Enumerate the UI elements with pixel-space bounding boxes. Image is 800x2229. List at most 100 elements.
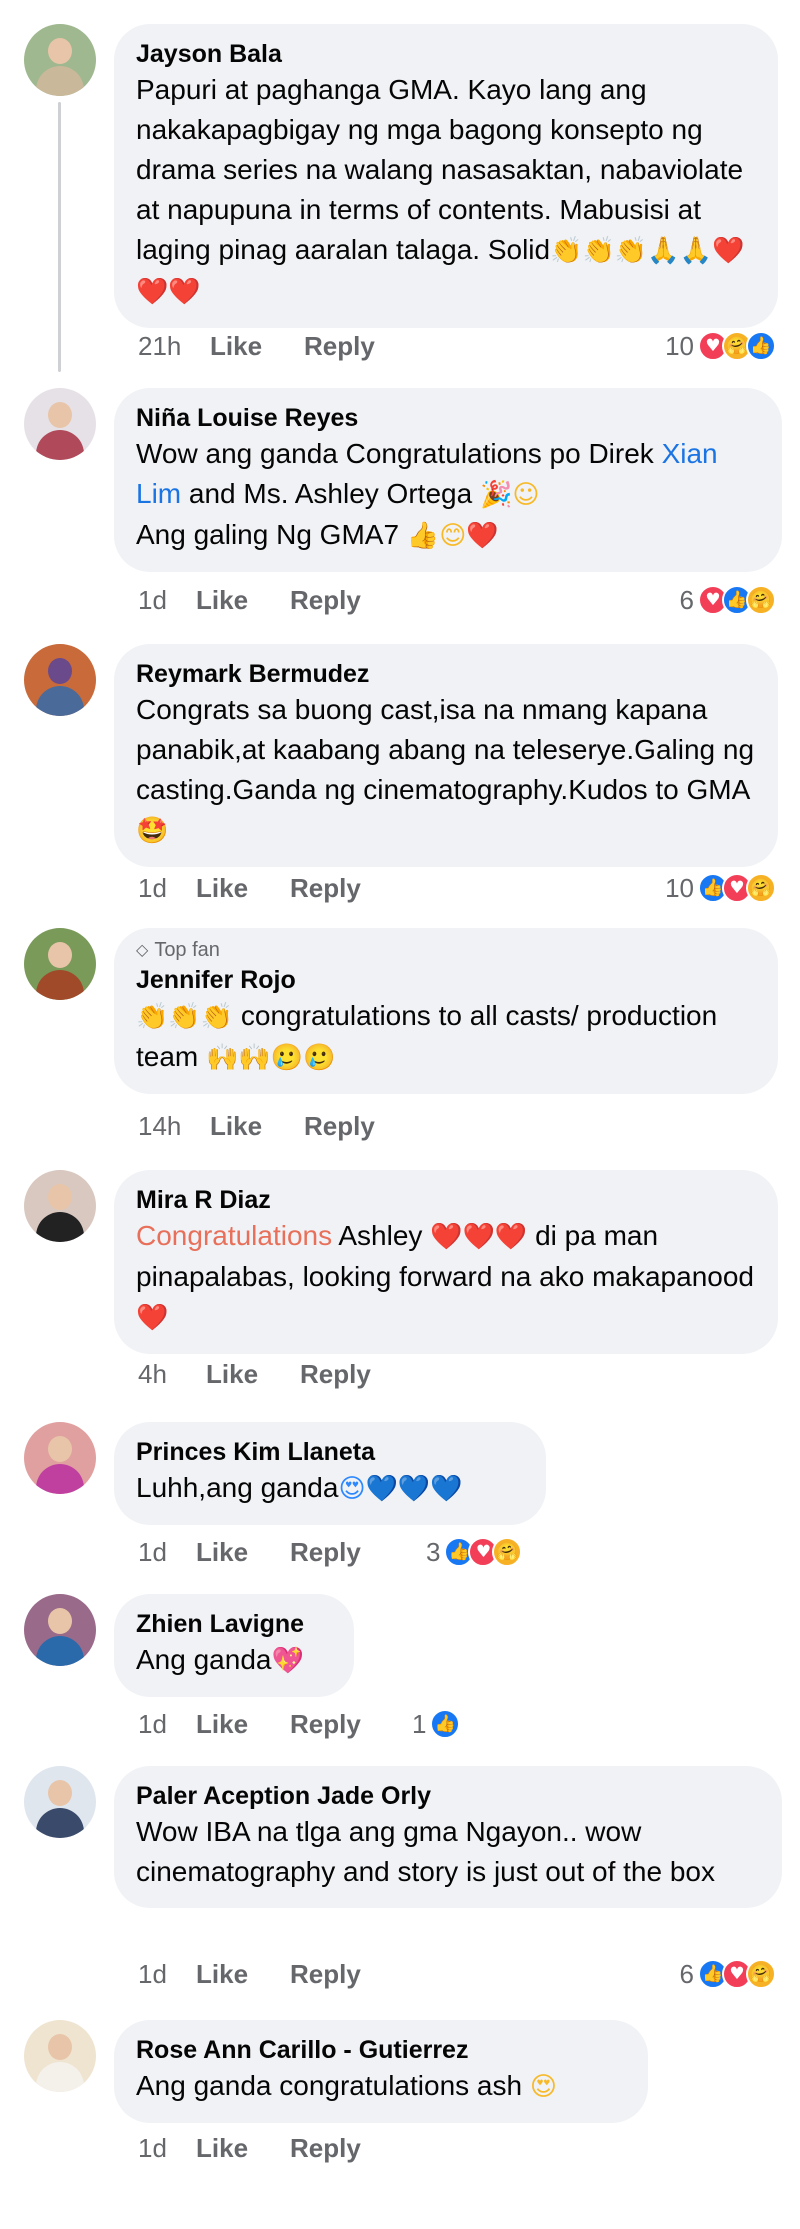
like-reaction-icon: 👍 (430, 1709, 461, 1739)
comment-text: Ang ganda💖 (136, 1644, 304, 1676)
diamond-icon: ◇ (136, 942, 149, 959)
reaction-summary[interactable]: 3 👍 ♥ 🤗 (426, 1534, 523, 1570)
avatar[interactable] (24, 1594, 96, 1666)
like-button[interactable]: Like (206, 1359, 258, 1390)
commenter-name[interactable]: Rose Ann Carillo - Gutierrez (136, 2034, 626, 2066)
comment-bubble: ◇ Top fan Jennifer Rojo 👏👏👏 congratulatio… (114, 928, 778, 1094)
reaction-summary[interactable]: 10 👍 ♥ 🤗 (665, 870, 776, 906)
comment-text: Wow IBA na tlga ang gma Ngayon.. wow cin… (136, 1816, 715, 1887)
avatar[interactable] (24, 1766, 96, 1838)
reaction-summary[interactable]: 6 👍 ♥ 🤗 (680, 1956, 776, 1992)
comment-text: Luhh,ang ganda😍💙💙💙 (136, 1472, 463, 1504)
emoji: 🤩 (136, 816, 169, 846)
emoji: 😍💙💙💙 (338, 1474, 463, 1504)
emoji: 🙌🙌🥲🥲 (206, 1043, 336, 1073)
like-button[interactable]: Like (196, 2133, 248, 2164)
comment-actions: 14h Like Reply (138, 1108, 417, 1144)
avatar[interactable] (24, 1170, 96, 1242)
reaction-count: 10 (665, 872, 694, 903)
avatar[interactable] (24, 1422, 96, 1494)
reaction-summary[interactable]: 6 ♥ 👍 🤗 (680, 582, 776, 618)
reply-button[interactable]: Reply (290, 1959, 361, 1990)
timestamp[interactable]: 1d (138, 1709, 196, 1740)
avatar[interactable] (24, 2020, 96, 2092)
timestamp[interactable]: 1d (138, 1959, 196, 1990)
commenter-name[interactable]: Princes Kim Llaneta (136, 1436, 524, 1468)
commenter-name[interactable]: Niña Louise Reyes (136, 402, 760, 434)
comment-text: 👏👏👏 congratulations to all casts/ produc… (136, 1000, 718, 1073)
timestamp[interactable]: 1d (138, 1537, 196, 1568)
like-button[interactable]: Like (196, 1709, 248, 1740)
comment-bubble: Paler Aception Jade Orly Wow IBA na tlga… (114, 1766, 782, 1908)
like-button[interactable]: Like (196, 1537, 248, 1568)
comment-text: Papuri at paghanga GMA. Kayo lang ang na… (136, 74, 745, 307)
timestamp[interactable]: 21h (138, 331, 210, 362)
comment-text: Wow ang ganda Congratulations po Direk X… (136, 438, 718, 551)
like-button[interactable]: Like (196, 585, 248, 616)
reaction-summary[interactable]: 10 ♥ 🤗 👍 (665, 328, 776, 364)
commenter-name[interactable]: Mira R Diaz (136, 1184, 756, 1216)
reply-button[interactable]: Reply (300, 1359, 371, 1390)
comment-text: Ang ganda congratulations ash 😍 (136, 2070, 557, 2102)
care-reaction-icon: 🤗 (746, 585, 776, 615)
reaction-count: 1 (412, 1708, 427, 1739)
reply-button[interactable]: Reply (304, 1111, 375, 1142)
commenter-name[interactable]: Jennifer Rojo (136, 964, 756, 996)
emoji: ❤️ (136, 1303, 169, 1333)
top-fan-badge: ◇ Top fan (136, 938, 220, 961)
reaction-count: 3 (426, 1536, 441, 1567)
emoji: 👍😊❤️ (406, 521, 499, 551)
like-button[interactable]: Like (196, 873, 248, 904)
avatar[interactable] (24, 388, 96, 460)
reaction-count: 6 (679, 1958, 694, 1989)
emoji: 😍 (529, 2072, 557, 2102)
reaction-summary[interactable]: 1 👍 (412, 1706, 461, 1742)
comment-bubble: Rose Ann Carillo - Gutierrez Ang ganda c… (114, 2020, 648, 2123)
timestamp[interactable]: 1d (138, 2133, 196, 2164)
care-reaction-icon: 🤗 (746, 873, 776, 903)
care-reaction-icon: 🤗 (746, 1959, 776, 1989)
thread-line (58, 102, 61, 372)
comment-bubble: Niña Louise Reyes Wow ang ganda Congratu… (114, 388, 782, 572)
avatar[interactable] (24, 644, 96, 716)
comment-bubble: Zhien Lavigne Ang ganda💖 (114, 1594, 354, 1697)
timestamp[interactable]: 1d (138, 585, 196, 616)
like-button[interactable]: Like (196, 1959, 248, 1990)
like-button[interactable]: Like (210, 331, 262, 362)
reply-button[interactable]: Reply (290, 2133, 361, 2164)
comment-actions: 1d Like Reply (138, 2130, 403, 2166)
comment-text: Congrats sa buong cast,isa na nmang kapa… (136, 694, 755, 846)
comment-bubble: Reymark Bermudez Congrats sa buong cast,… (114, 644, 778, 867)
comment-actions: 4h Like Reply (138, 1356, 413, 1392)
comment-bubble: Jayson Bala Papuri at paghanga GMA. Kayo… (114, 24, 778, 328)
like-button[interactable]: Like (210, 1111, 262, 1142)
comment-bubble: Princes Kim Llaneta Luhh,ang ganda😍💙💙💙 (114, 1422, 546, 1525)
comment-text: Congratulations Ashley ❤️❤️❤️ di pa man … (136, 1220, 754, 1333)
timestamp[interactable]: 14h (138, 1111, 210, 1142)
reply-button[interactable]: Reply (304, 331, 375, 362)
avatar[interactable] (24, 24, 96, 96)
comment-bubble: Mira R Diaz Congratulations Ashley ❤️❤️❤… (114, 1170, 778, 1354)
highlighted-text: Congratulations (136, 1220, 333, 1251)
reply-button[interactable]: Reply (290, 1537, 361, 1568)
commenter-name[interactable]: Zhien Lavigne (136, 1608, 332, 1640)
comment-actions: 1d Like Reply (138, 1706, 403, 1742)
commenter-name[interactable]: Paler Aception Jade Orly (136, 1780, 760, 1812)
emoji: ❤️❤️❤️ (430, 1222, 528, 1252)
reply-button[interactable]: Reply (290, 585, 361, 616)
reply-button[interactable]: Reply (290, 1709, 361, 1740)
reply-button[interactable]: Reply (290, 873, 361, 904)
reaction-count: 6 (679, 584, 694, 615)
comment-actions: 1d Like Reply (138, 870, 403, 906)
emoji: 👏👏👏 (136, 1002, 234, 1032)
comment-actions: 1d Like Reply (138, 1956, 403, 1992)
timestamp[interactable]: 4h (138, 1359, 206, 1390)
commenter-name[interactable]: Jayson Bala (136, 38, 756, 70)
like-reaction-icon: 👍 (746, 331, 776, 361)
comment-actions: 1d Like Reply (138, 582, 403, 618)
avatar[interactable] (24, 928, 96, 1000)
emoji: 🎉☺ (479, 480, 540, 510)
comment-actions: 1d Like Reply (138, 1534, 403, 1570)
timestamp[interactable]: 1d (138, 873, 196, 904)
commenter-name[interactable]: Reymark Bermudez (136, 658, 756, 690)
